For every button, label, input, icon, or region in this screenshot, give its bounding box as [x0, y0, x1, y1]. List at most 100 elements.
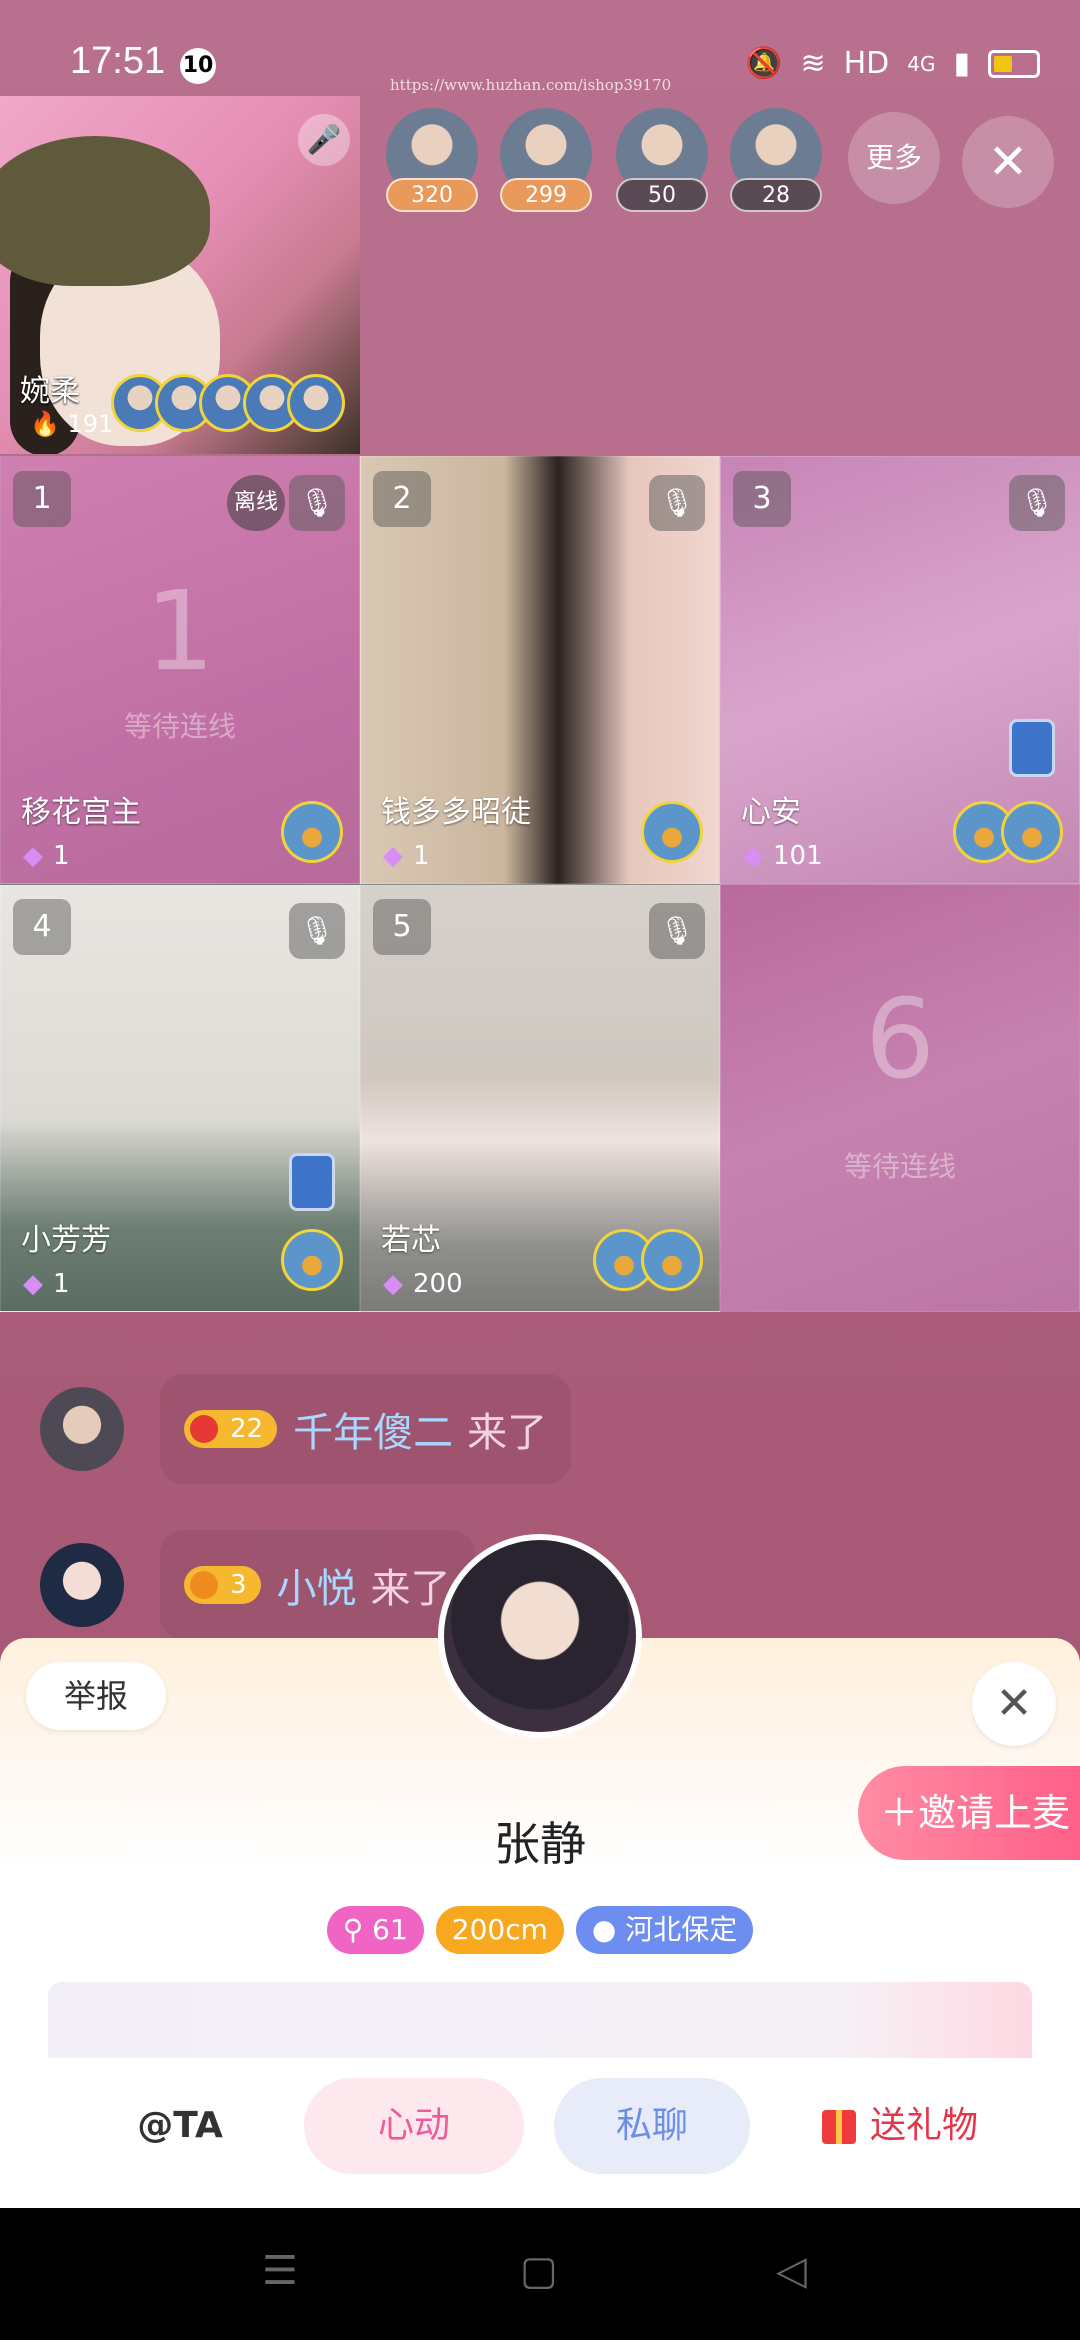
seat-number: 4 — [13, 899, 71, 955]
age-tag: ⚲ 61 — [326, 1906, 424, 1954]
avatar[interactable] — [281, 801, 343, 863]
live-room-screen: 17:51 10 https://www.huzhan.com/ishop391… — [0, 0, 1080, 2340]
seat-score: ◆ 1 — [23, 1269, 70, 1299]
seat-gifters[interactable] — [641, 801, 703, 863]
mic-off-icon[interactable]: 🎙 — [649, 903, 705, 959]
host-fans-avatars[interactable] — [111, 374, 345, 432]
audience-count: 28 — [730, 178, 822, 212]
chat-message: 3 小悦 来了 — [40, 1530, 475, 1640]
status-time: 17:51 — [70, 40, 166, 82]
search-icon: ⚲ — [342, 1913, 373, 1946]
chat-user-name[interactable]: 千年傻二 — [293, 1400, 453, 1458]
chat-user-name[interactable]: 小悦 — [277, 1556, 357, 1614]
seat-user-name: 若芯 — [381, 1223, 441, 1258]
mic-off-icon[interactable]: 🎙 — [1009, 475, 1065, 531]
vibrate-off-icon: 🔕 — [745, 46, 783, 81]
seat-gifters[interactable] — [281, 1229, 343, 1291]
status-icons: 🔕 ≋ HD 4G ▮ — [745, 46, 1040, 81]
status-bar: 17:51 10 https://www.huzhan.com/ishop391… — [0, 0, 1080, 96]
profile-tags: ⚲ 61 200cm ● 河北保定 — [0, 1906, 1080, 1954]
microphone-icon[interactable]: 🎤 — [298, 114, 350, 166]
more-audience-button[interactable]: 更多 — [848, 112, 940, 204]
heart-button[interactable]: 心动 — [304, 2078, 524, 2174]
signal-icon: ▮ — [953, 46, 970, 81]
chat-bubble: 22 千年傻二 来了 — [160, 1374, 572, 1484]
audience-item[interactable]: 320 — [386, 108, 478, 212]
home-icon[interactable]: ▢ — [520, 2248, 558, 2294]
level-badge: 22 — [184, 1410, 278, 1448]
seat-gifters[interactable] — [593, 1229, 703, 1291]
close-room-button[interactable]: ✕ — [962, 116, 1054, 208]
seat-user-name: 钱多多昭徒 — [381, 795, 531, 830]
diamond-icon: ◆ — [23, 1269, 43, 1299]
avatar[interactable] — [641, 801, 703, 863]
send-gift-button[interactable]: 送礼物 — [800, 2078, 1000, 2174]
mention-button[interactable]: @TA — [90, 2078, 270, 2174]
wifi-icon: ≋ — [800, 46, 826, 81]
seat-gifters[interactable] — [281, 801, 343, 863]
notification-count-badge: 10 — [180, 48, 216, 84]
medal-icon — [1009, 719, 1055, 777]
seat-2[interactable]: 2 🎙 钱多多昭徒 ◆ 1 — [360, 456, 720, 884]
seat-user-name: 移花宫主 — [21, 795, 141, 830]
chat-bubble: 3 小悦 来了 — [160, 1530, 475, 1640]
close-card-button[interactable]: ✕ — [972, 1662, 1056, 1746]
audience-item[interactable]: 50 — [616, 108, 708, 212]
wait-seat-number: 6 — [865, 975, 935, 1103]
private-chat-button[interactable]: 私聊 — [554, 2078, 750, 2174]
level-badge: 3 — [184, 1566, 261, 1604]
diamond-icon: ◆ — [383, 841, 403, 871]
avatar[interactable] — [1001, 801, 1063, 863]
mic-off-icon[interactable]: 🎙 — [289, 475, 345, 531]
battery-icon — [988, 49, 1040, 78]
seat-user-name: 心安 — [741, 795, 801, 830]
system-navigation-bar: ☰ ▢ ◁ — [0, 2208, 1080, 2340]
profile-avatar[interactable] — [438, 1534, 642, 1738]
seat-gifters[interactable] — [953, 801, 1063, 863]
seat-score: ◆ 101 — [743, 841, 823, 871]
hd-label: HD — [843, 46, 890, 81]
chat-action: 来了 — [370, 1566, 451, 1612]
seat-4[interactable]: 4 🎙 小芳芳 ◆ 1 — [0, 884, 360, 1312]
mic-off-icon[interactable]: 🎙 — [649, 475, 705, 531]
profile-name: 张静 — [494, 1817, 586, 1871]
avatar[interactable] — [641, 1229, 703, 1291]
diamond-icon: ◆ — [383, 1269, 403, 1299]
seat-score: ◆ 1 — [23, 841, 70, 871]
seat-3[interactable]: 3 🎙 心安 ◆ 101 — [720, 456, 1080, 884]
seat-score: ◆ 1 — [383, 841, 430, 871]
seat-5[interactable]: 5 🎙 若芯 ◆ 200 — [360, 884, 720, 1312]
close-icon: ✕ — [987, 134, 1029, 190]
seat-score: ◆ 200 — [383, 1269, 463, 1299]
seat-6-empty[interactable]: 6 等待连线 — [720, 884, 1080, 1312]
chat-message: 22 千年傻二 来了 — [40, 1374, 572, 1484]
wait-seat-label: 等待连线 — [843, 1150, 956, 1183]
audience-item[interactable]: 28 — [730, 108, 822, 212]
gift-icon — [821, 2110, 856, 2144]
seat-number: 2 — [373, 471, 431, 527]
seat-user-name: 小芳芳 — [21, 1223, 111, 1258]
avatar[interactable] — [287, 374, 345, 432]
avatar[interactable] — [40, 1543, 124, 1627]
audience-item[interactable]: 299 — [500, 108, 592, 212]
host-name: 婉柔 — [20, 374, 80, 409]
mic-off-icon[interactable]: 🎙 — [289, 903, 345, 959]
close-icon: ✕ — [995, 1678, 1033, 1729]
chat-action: 来了 — [467, 1410, 548, 1456]
back-icon[interactable]: ◁ — [776, 2248, 807, 2294]
report-button[interactable]: 举报 — [26, 1662, 166, 1730]
seat-number: 3 — [733, 471, 791, 527]
height-tag: 200cm — [435, 1906, 564, 1954]
wait-seat-label: 等待连线 — [123, 710, 236, 743]
menu-icon[interactable]: ☰ — [262, 2248, 298, 2294]
diamond-icon: ◆ — [743, 841, 763, 871]
host-video-tile[interactable]: 🎤 婉柔 🔥 191 — [0, 96, 360, 454]
avatar[interactable] — [40, 1387, 124, 1471]
host-hot-count: 🔥 191 — [30, 410, 114, 438]
location-pin-icon: ● — [591, 1913, 626, 1946]
audience-count: 50 — [616, 178, 708, 212]
audience-count: 299 — [500, 178, 592, 212]
seat-1[interactable]: 1 离线 🎙 1 等待连线 移花宫主 ◆ 1 — [0, 456, 360, 884]
seat-number: 5 — [373, 899, 431, 955]
avatar[interactable] — [281, 1229, 343, 1291]
